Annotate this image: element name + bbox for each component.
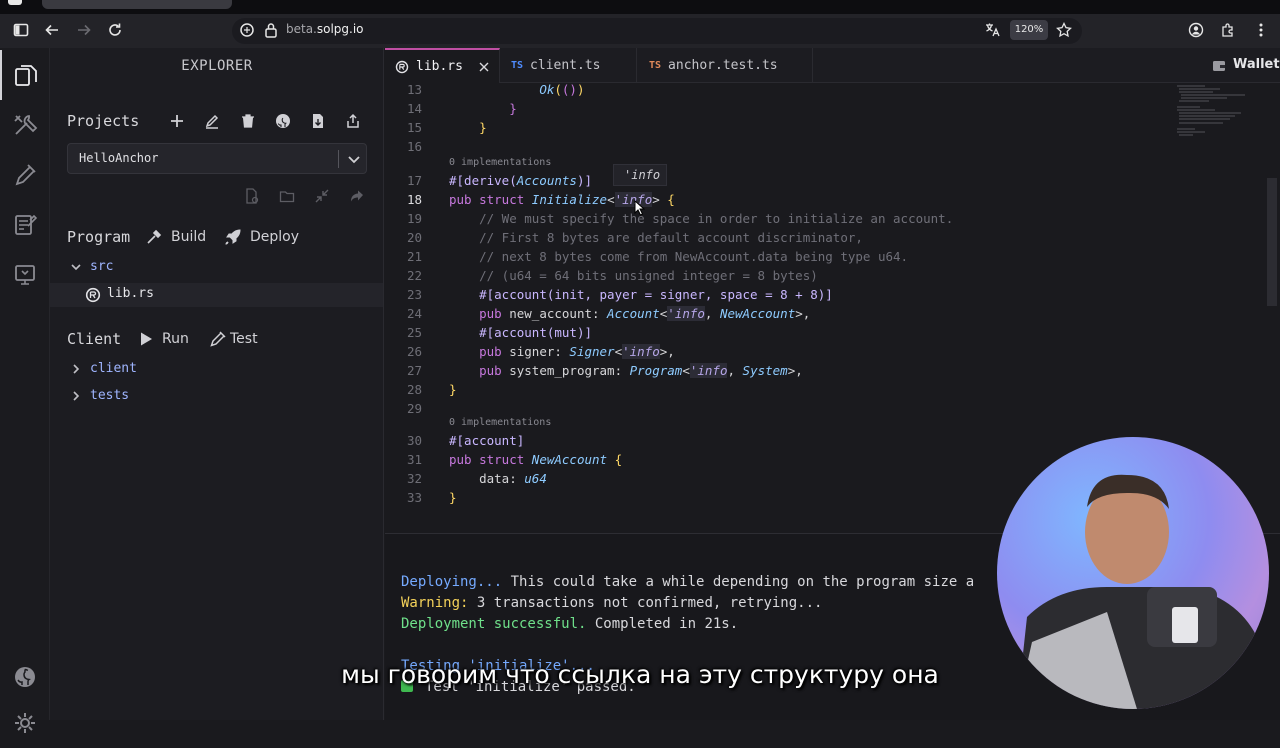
chevron-right-icon[interactable] <box>70 363 82 378</box>
tab-label: lib.rs <box>416 59 463 74</box>
code-line: 13 Ok(()) <box>406 83 585 97</box>
chevron-down-icon[interactable] <box>70 261 82 276</box>
code-line: 23 #[account(init, payer = signer, space… <box>406 287 833 302</box>
code-line: 21 // next 8 bytes come from NewAccount.… <box>406 249 909 264</box>
reload-icon[interactable] <box>106 22 124 40</box>
run-button[interactable]: Run <box>162 331 189 347</box>
tab-label: client.ts <box>530 58 601 73</box>
code-line: 19 // We must specify the space in order… <box>406 211 954 226</box>
explorer-title: EXPLORER <box>181 58 253 74</box>
run-play-icon[interactable] <box>136 329 156 349</box>
tree-folder-src[interactable]: src <box>90 259 113 274</box>
project-select-value: HelloAnchor <box>79 151 159 165</box>
zoom-level-badge[interactable]: 120% <box>1010 20 1048 40</box>
chevron-right-icon[interactable] <box>70 390 82 405</box>
implementations-lens[interactable]: 0 implementations <box>449 417 551 428</box>
tree-folder-client[interactable]: client <box>90 361 137 376</box>
profile-icon[interactable] <box>1187 22 1205 40</box>
video-subtitle: мы говорим что ссылка на эту структуру о… <box>341 660 939 689</box>
delete-trash-icon[interactable] <box>238 111 258 131</box>
code-line: 16 <box>406 139 422 154</box>
lock-icon <box>262 22 280 40</box>
wallet-label: Wallet <box>1233 57 1280 72</box>
test-icon[interactable] <box>0 150 50 200</box>
tab-client-ts[interactable]: TS client.ts <box>500 48 637 83</box>
new-file-icon[interactable] <box>242 186 262 206</box>
url-text[interactable]: beta.solpg.io <box>286 22 364 36</box>
code-line: 27 pub system_program: Program<'info, Sy… <box>406 363 803 378</box>
site-info-icon[interactable] <box>238 22 256 40</box>
forward-arrow-icon[interactable] <box>75 22 93 40</box>
code-line: 29 <box>406 401 422 416</box>
explorer-activity-icon[interactable] <box>0 50 50 100</box>
export-share-icon[interactable] <box>343 111 363 131</box>
code-line: 15 } <box>406 120 487 135</box>
terminal-line: Warning: 3 transactions not confirmed, r… <box>401 595 823 611</box>
browser-toolbar <box>0 14 1280 48</box>
code-line-current: 18 pub struct Initialize<'info> { <box>406 192 675 207</box>
select-divider <box>338 150 339 168</box>
code-line: 24 pub new_account: Account<'info, NewAc… <box>406 306 811 321</box>
code-line: 17 #[derive(Accounts)] <box>406 173 593 188</box>
tutorials-icon[interactable] <box>0 250 50 300</box>
share-arrow-icon[interactable] <box>347 186 367 206</box>
new-folder-icon[interactable] <box>277 186 297 206</box>
bookmark-star-icon[interactable] <box>1055 21 1073 40</box>
collapse-folders-icon[interactable] <box>312 186 332 206</box>
tab-label: anchor.test.ts <box>668 58 778 73</box>
browser-tab-strip <box>0 0 1280 14</box>
code-line: 20 // First 8 bytes are default account … <box>406 230 863 245</box>
project-select[interactable]: HelloAnchor <box>67 143 367 174</box>
explorer-sidebar: EXPLORER Projects HelloAnchor Program Bu… <box>50 48 384 720</box>
github-import-icon[interactable] <box>273 111 293 131</box>
sidebar-toggle-icon[interactable] <box>12 22 30 40</box>
close-icon[interactable] <box>479 62 489 72</box>
deploy-rocket-icon[interactable] <box>223 227 243 247</box>
settings-gear-icon[interactable] <box>0 698 50 748</box>
tab-lib-rs[interactable]: lib.rs <box>385 48 500 83</box>
browser-menu-corner[interactable] <box>8 0 22 5</box>
tab-anchor-test-ts[interactable]: TS anchor.test.ts <box>637 48 813 83</box>
wallet-icon <box>1212 58 1226 77</box>
import-file-icon[interactable] <box>308 111 328 131</box>
rust-file-icon <box>395 60 409 74</box>
rename-pencil-icon[interactable] <box>202 111 222 131</box>
test-flask-icon[interactable] <box>208 329 228 349</box>
build-hammer-icon[interactable] <box>144 227 164 247</box>
browser-tab[interactable] <box>42 0 232 9</box>
test-button[interactable]: Test <box>230 331 258 347</box>
translate-icon[interactable] <box>983 22 1001 40</box>
tree-folder-tests[interactable]: tests <box>90 388 129 403</box>
mouse-cursor-icon <box>634 199 646 220</box>
code-line: 28} <box>406 382 457 397</box>
typescript-badge: TS <box>511 60 524 71</box>
build-button[interactable]: Build <box>171 229 206 245</box>
rust-file-icon <box>83 285 103 305</box>
more-menu-icon[interactable] <box>1252 22 1270 40</box>
idl-document-icon[interactable] <box>0 200 50 250</box>
editor-tabs: lib.rs TS client.ts TS anchor.test.ts <box>385 48 1280 83</box>
code-line: 25 #[account(mut)] <box>406 325 592 340</box>
wallet-button[interactable]: Wallet <box>1210 48 1280 83</box>
back-arrow-icon[interactable] <box>43 22 61 40</box>
deploy-button[interactable]: Deploy <box>250 229 299 245</box>
terminal-line: Deploying... This could take a while dep… <box>401 574 975 590</box>
new-project-plus-icon[interactable] <box>167 111 187 131</box>
hover-tooltip: 'info <box>613 164 667 186</box>
chevron-down-icon[interactable] <box>346 150 362 168</box>
code-line: 22 // (u64 = 64 bits unsigned integer = … <box>406 268 818 283</box>
build-tools-icon[interactable] <box>0 100 50 150</box>
code-line: 14 } <box>406 101 517 116</box>
client-label: Client <box>67 330 122 348</box>
terminal-line: Deployment successful. Completed in 21s. <box>401 616 739 632</box>
implementations-lens[interactable]: 0 implementations <box>449 157 551 168</box>
code-line: 26 pub signer: Signer<'info>, <box>406 344 675 359</box>
projects-label: Projects <box>67 112 140 130</box>
typescript-badge: TS <box>649 60 662 71</box>
program-label: Program <box>67 228 131 246</box>
extensions-icon[interactable] <box>1219 22 1237 40</box>
tree-file-lib-rs[interactable]: lib.rs <box>107 286 154 301</box>
activity-bar <box>0 48 50 733</box>
